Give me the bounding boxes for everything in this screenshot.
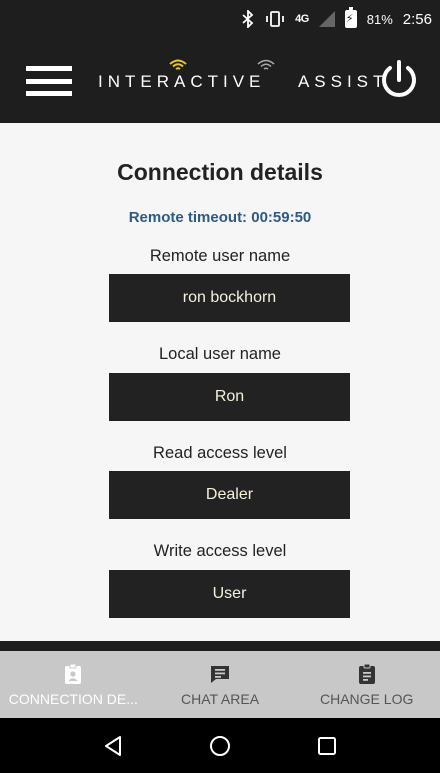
badge-icon: [65, 663, 82, 684]
local-user-label: Local user name: [159, 345, 281, 363]
tab-label-connection: CONNECTION DE...: [8, 691, 138, 707]
tab-label-chat: CHAT AREA: [180, 691, 260, 707]
remote-user-label: Remote user name: [149, 247, 291, 265]
status-bar: 4G 81% 2:56: [0, 0, 440, 38]
power-icon[interactable]: [377, 58, 421, 102]
bluetooth-icon: [241, 9, 255, 29]
connection-details-panel: Connection details Remote timeout: 00:59…: [0, 123, 440, 641]
chat-icon: [211, 666, 229, 683]
wifi-outline-icon: [257, 59, 275, 70]
back-icon[interactable]: [101, 734, 125, 758]
signal-icon: [318, 11, 335, 27]
local-user-field: Ron: [109, 373, 350, 421]
read-access-field: Dealer: [109, 471, 350, 519]
system-nav-bar: [0, 718, 440, 773]
recents-icon[interactable]: [315, 734, 339, 758]
network-type: 4G: [295, 13, 309, 25]
page-title: Connection details: [117, 159, 323, 185]
read-access-label: Read access level: [153, 444, 287, 462]
clock: 2:56: [402, 10, 432, 28]
brand-left: INTERACTIVE: [98, 72, 266, 91]
remote-timeout: Remote timeout: 00:59:50: [128, 209, 312, 226]
brand-logo: INTERACTIVE ASSIST: [98, 72, 388, 92]
tab-label-changelog: CHANGE LOG: [320, 691, 414, 707]
clipboard-icon: [358, 663, 375, 684]
bottom-nav: CONNECTION DE... CHAT AREA CHANGE LOG: [0, 651, 440, 718]
write-access-field: User: [109, 570, 350, 618]
tab-connection-details[interactable]: CONNECTION DE...: [0, 651, 147, 718]
vibrate-icon: [265, 9, 285, 29]
app-bar: INTERACTIVE ASSIST: [0, 38, 440, 123]
wifi-accent-icon: [169, 59, 187, 70]
brand-right: ASSIST: [297, 72, 389, 91]
write-access-label: Write access level: [153, 542, 287, 560]
tab-chat-area[interactable]: CHAT AREA: [147, 651, 294, 718]
tab-change-log[interactable]: CHANGE LOG: [293, 651, 440, 718]
battery-icon: [344, 7, 357, 28]
battery-percent: 81%: [366, 11, 393, 27]
hamburger-icon[interactable]: [26, 66, 72, 96]
home-icon[interactable]: [208, 734, 232, 758]
remote-user-field: ron bockhorn: [109, 274, 350, 322]
divider: [0, 641, 440, 651]
